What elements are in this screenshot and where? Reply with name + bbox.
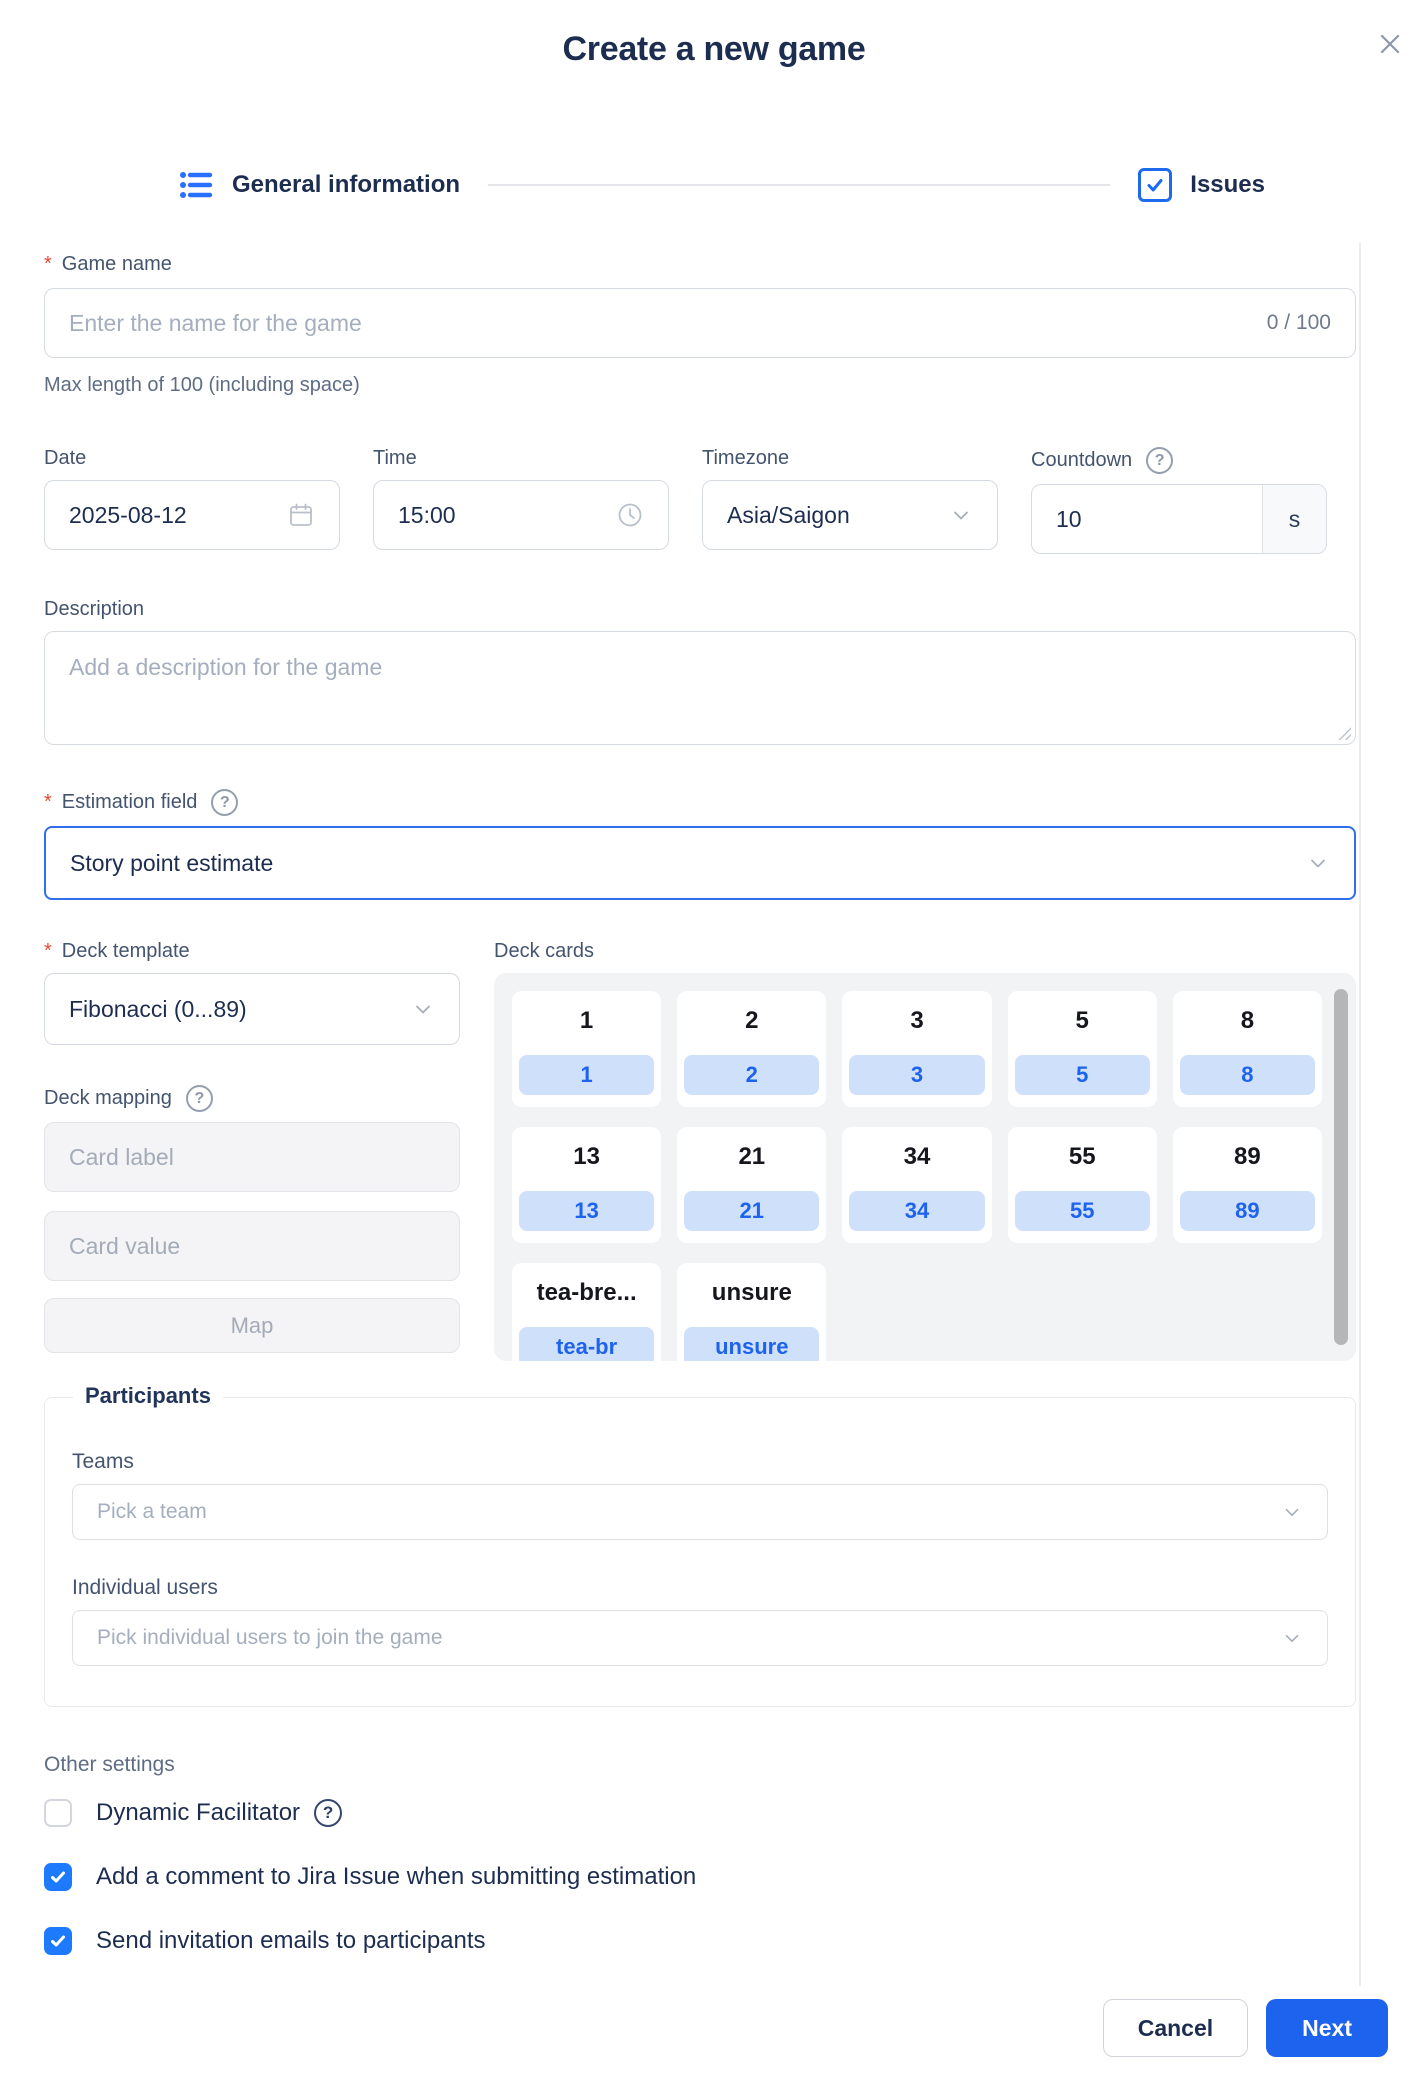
chevron-down-icon [949,503,973,527]
map-button: Map [44,1298,460,1353]
checkbox-unchecked-icon[interactable] [44,1799,72,1827]
individual-users-select[interactable]: Pick individual users to join the game [72,1610,1328,1666]
deck-cards-label: Deck cards [494,940,1356,963]
deck-template-label: * Deck template [44,940,460,963]
game-name-label: * Game name [44,253,1356,276]
chevron-down-icon [1281,1627,1303,1649]
deck-cards-panel: 11 22 33 55 88 1313 2121 3434 5555 8989 … [494,973,1356,1361]
timezone-label: Timezone [702,447,998,470]
step-connector [488,184,1110,186]
deck-card[interactable]: 33 [842,991,991,1107]
deck-template-select[interactable]: Fibonacci (0...89) [44,973,460,1045]
date-label: Date [44,447,340,470]
participants-legend: Participants [73,1383,223,1409]
list-icon [178,167,214,203]
dialog-body: * Game name 0 / 100 Max length of 100 (i… [44,253,1356,1955]
countdown-input[interactable] [1032,485,1262,553]
deck-card[interactable]: 55 [1008,991,1157,1107]
scrollbar-thumb[interactable] [1334,989,1348,1345]
deck-card[interactable]: unsureunsure [677,1263,826,1361]
char-counter: 0 / 100 [1267,311,1331,335]
stepper: General information Issues [178,165,1265,205]
deck-card[interactable]: 22 [677,991,826,1107]
estimation-field-select[interactable]: Story point estimate [44,826,1356,900]
individual-users-label: Individual users [72,1576,1328,1600]
close-icon [1375,29,1405,59]
teams-select[interactable]: Pick a team [72,1484,1328,1540]
deck-card[interactable]: 8989 [1173,1127,1322,1243]
help-icon[interactable]: ? [211,789,238,816]
help-icon[interactable]: ? [186,1085,213,1112]
estimation-field-label: * Estimation field ? [44,789,1356,816]
step-label: General information [232,171,460,199]
checkbox-checked-icon[interactable] [44,1927,72,1955]
dialog-footer: Cancel Next [0,1999,1428,2057]
dynamic-facilitator-option[interactable]: Dynamic Facilitator ? [44,1799,1356,1827]
calendar-icon [287,501,315,529]
datetime-row: Date 2025-08-12 Time 15:00 [44,447,1356,554]
checkbox-icon [1138,168,1172,202]
required-asterisk: * [44,940,52,963]
scroll-divider [1359,243,1361,1986]
help-icon[interactable]: ? [314,1799,342,1827]
deck-card[interactable]: 2121 [677,1127,826,1243]
other-settings-label: Other settings [44,1753,1356,1777]
send-invitation-option[interactable]: Send invitation emails to participants [44,1927,1356,1955]
cancel-button[interactable]: Cancel [1103,1999,1248,2057]
game-name-helper: Max length of 100 (including space) [44,374,1356,397]
required-asterisk: * [44,253,52,276]
deck-card[interactable]: tea-bre...tea-br [512,1263,661,1361]
clock-icon [616,501,644,529]
step-general-information[interactable]: General information [178,167,460,203]
step-label: Issues [1190,171,1265,199]
date-picker[interactable]: 2025-08-12 [44,480,340,550]
other-settings-options: Dynamic Facilitator ? Add a comment to J… [44,1799,1356,1955]
close-button[interactable] [1370,24,1410,64]
create-game-dialog: Create a new game General information Is… [0,0,1428,2090]
help-icon[interactable]: ? [1146,447,1173,474]
time-label: Time [373,447,669,470]
card-value-input: Card value [44,1211,460,1281]
description-label: Description [44,598,1356,621]
deck-card[interactable]: 1313 [512,1127,661,1243]
step-issues[interactable]: Issues [1138,168,1265,202]
next-button[interactable]: Next [1266,1999,1388,2057]
chevron-down-icon [1281,1501,1303,1523]
deck-card[interactable]: 3434 [842,1127,991,1243]
chevron-down-icon [411,997,435,1021]
deck-mapping-label: Deck mapping ? [44,1085,460,1112]
description-textarea[interactable] [44,631,1356,745]
deck-section: * Deck template Fibonacci (0...89) Deck … [44,940,1356,1361]
time-picker[interactable]: 15:00 [373,480,669,550]
countdown-label: Countdown ? [1031,447,1327,474]
required-asterisk: * [44,791,52,814]
game-name-input[interactable] [69,310,1251,337]
deck-card[interactable]: 88 [1173,991,1322,1107]
countdown-field: s [1031,484,1327,554]
description-field [44,631,1356,745]
game-name-field: 0 / 100 [44,288,1356,358]
participants-fieldset: Participants Teams Pick a team Individua… [44,1397,1356,1707]
timezone-select[interactable]: Asia/Saigon [702,480,998,550]
deck-card[interactable]: 5555 [1008,1127,1157,1243]
add-comment-option[interactable]: Add a comment to Jira Issue when submitt… [44,1863,1356,1891]
countdown-unit: s [1262,485,1326,553]
dialog-title: Create a new game [0,30,1428,69]
teams-label: Teams [72,1450,1328,1474]
checkbox-checked-icon[interactable] [44,1863,72,1891]
chevron-down-icon [1306,851,1330,875]
card-label-input: Card label [44,1122,460,1192]
deck-card[interactable]: 11 [512,991,661,1107]
deck-cards-grid: 11 22 33 55 88 1313 2121 3434 5555 8989 … [512,991,1322,1361]
